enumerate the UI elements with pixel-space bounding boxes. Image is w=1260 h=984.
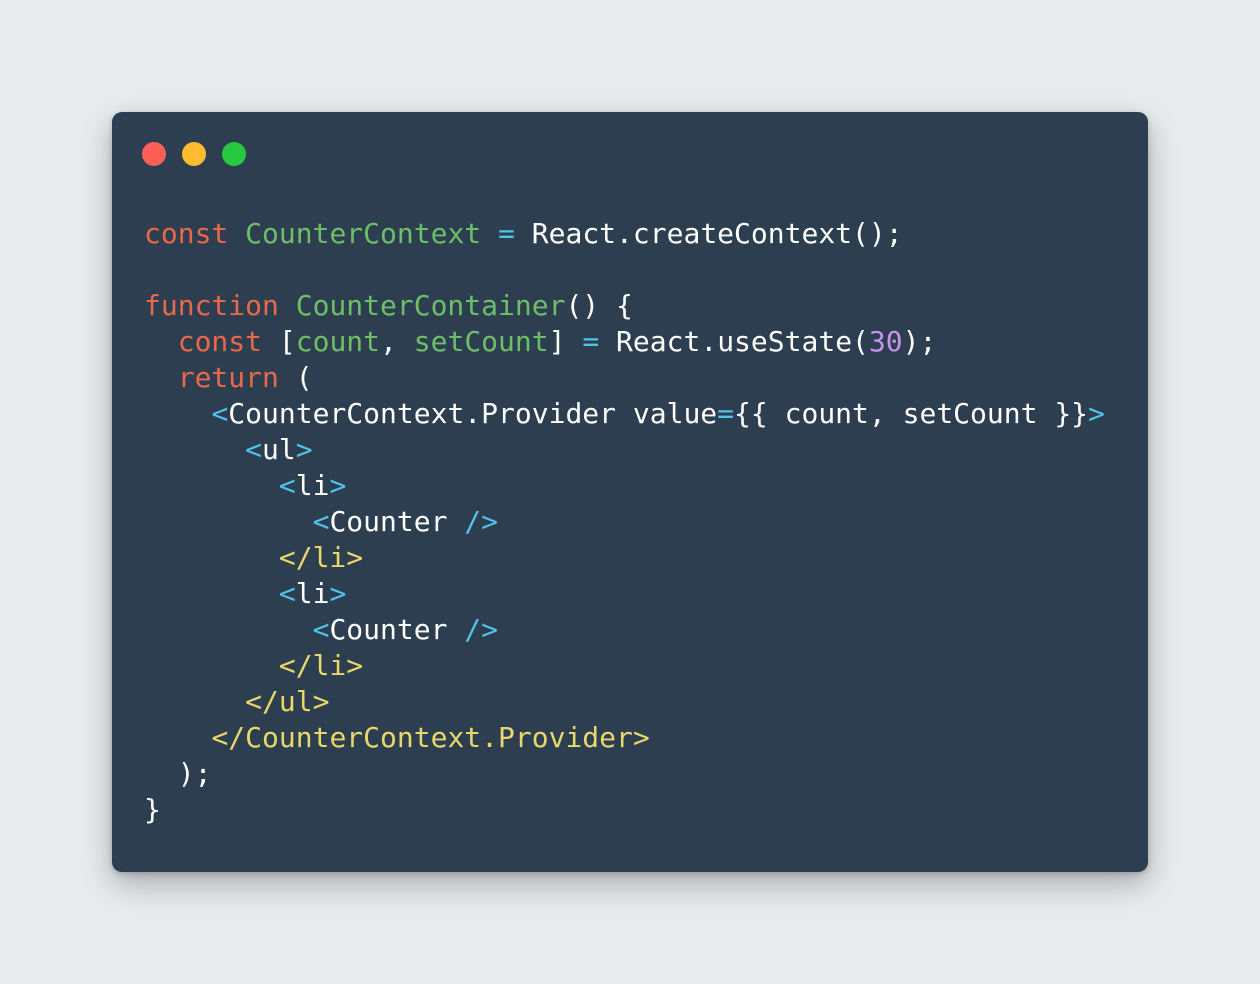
code-token: , <box>380 325 414 358</box>
code-line: <Counter /> <box>144 612 1105 648</box>
code-token: < <box>278 469 296 502</box>
code-token: setCount <box>413 325 549 358</box>
code-token: ul <box>262 433 296 466</box>
code-token: < <box>245 433 263 466</box>
code-token: } <box>144 793 161 826</box>
code-token: Counter <box>329 613 465 646</box>
code-token: [ <box>262 325 296 358</box>
code-token: li <box>295 469 330 502</box>
code-token: ); <box>144 757 212 790</box>
code-token: = <box>498 217 515 250</box>
code-token: Counter <box>329 505 465 538</box>
code-token: > <box>1088 397 1105 430</box>
code-token: > <box>329 577 347 610</box>
code-line: <ul> <box>144 432 1105 468</box>
code-token: < <box>312 613 330 646</box>
code-line: <li> <box>144 468 1105 504</box>
code-token: < <box>278 577 296 610</box>
code-window: const CounterContext = React.createConte… <box>112 112 1148 872</box>
code-token: < <box>312 505 330 538</box>
code-token: const <box>144 217 229 250</box>
code-token: </ul> <box>245 685 330 718</box>
code-token: </li> <box>278 541 364 574</box>
code-token: </li> <box>278 649 364 682</box>
code-token: = <box>717 397 735 430</box>
code-token: = <box>582 325 600 358</box>
maximize-dot-icon[interactable] <box>222 142 246 166</box>
code-token: React.useState( <box>599 325 869 358</box>
code-token: count <box>295 325 381 358</box>
code-token: CounterContext.Provider value <box>228 397 718 430</box>
code-line: const CounterContext = React.createConte… <box>144 216 1105 252</box>
minimize-dot-icon[interactable] <box>182 142 206 166</box>
window-controls <box>142 142 246 166</box>
code-line: } <box>144 792 1105 828</box>
code-token: return <box>177 361 279 394</box>
code-token: ( <box>278 361 313 394</box>
close-dot-icon[interactable] <box>142 142 166 166</box>
code-token: li <box>295 577 330 610</box>
code-token: {{ count, setCount }} <box>734 397 1089 430</box>
code-token: ] <box>548 325 583 358</box>
code-token: CounterContext <box>245 217 482 250</box>
code-token: 30 <box>868 325 903 358</box>
code-line: </li> <box>144 540 1105 576</box>
code-line: </ul> <box>144 684 1105 720</box>
code-line: function CounterContainer() { <box>144 288 1105 324</box>
code-line: <CounterContext.Provider value={{ count,… <box>144 396 1105 432</box>
code-token: const <box>177 325 263 358</box>
code-token: /> <box>464 613 499 646</box>
code-token: function <box>144 289 279 322</box>
code-line: <li> <box>144 576 1105 612</box>
code-line: return ( <box>144 360 1105 396</box>
code-token: </CounterContext.Provider> <box>211 721 650 754</box>
code-line: </li> <box>144 648 1105 684</box>
code-block: const CounterContext = React.createConte… <box>144 216 1105 828</box>
code-token: () { <box>565 289 633 322</box>
code-token: < <box>211 397 229 430</box>
code-token: ); <box>902 325 937 358</box>
code-token: React.createContext(); <box>514 217 903 250</box>
code-token: > <box>329 469 347 502</box>
code-token: /> <box>464 505 499 538</box>
code-token: > <box>295 433 313 466</box>
code-line: ); <box>144 756 1105 792</box>
code-line: <Counter /> <box>144 504 1105 540</box>
code-token: CounterContainer <box>295 289 566 322</box>
code-line: const [count, setCount] = React.useState… <box>144 324 1105 360</box>
code-line: </CounterContext.Provider> <box>144 720 1105 756</box>
